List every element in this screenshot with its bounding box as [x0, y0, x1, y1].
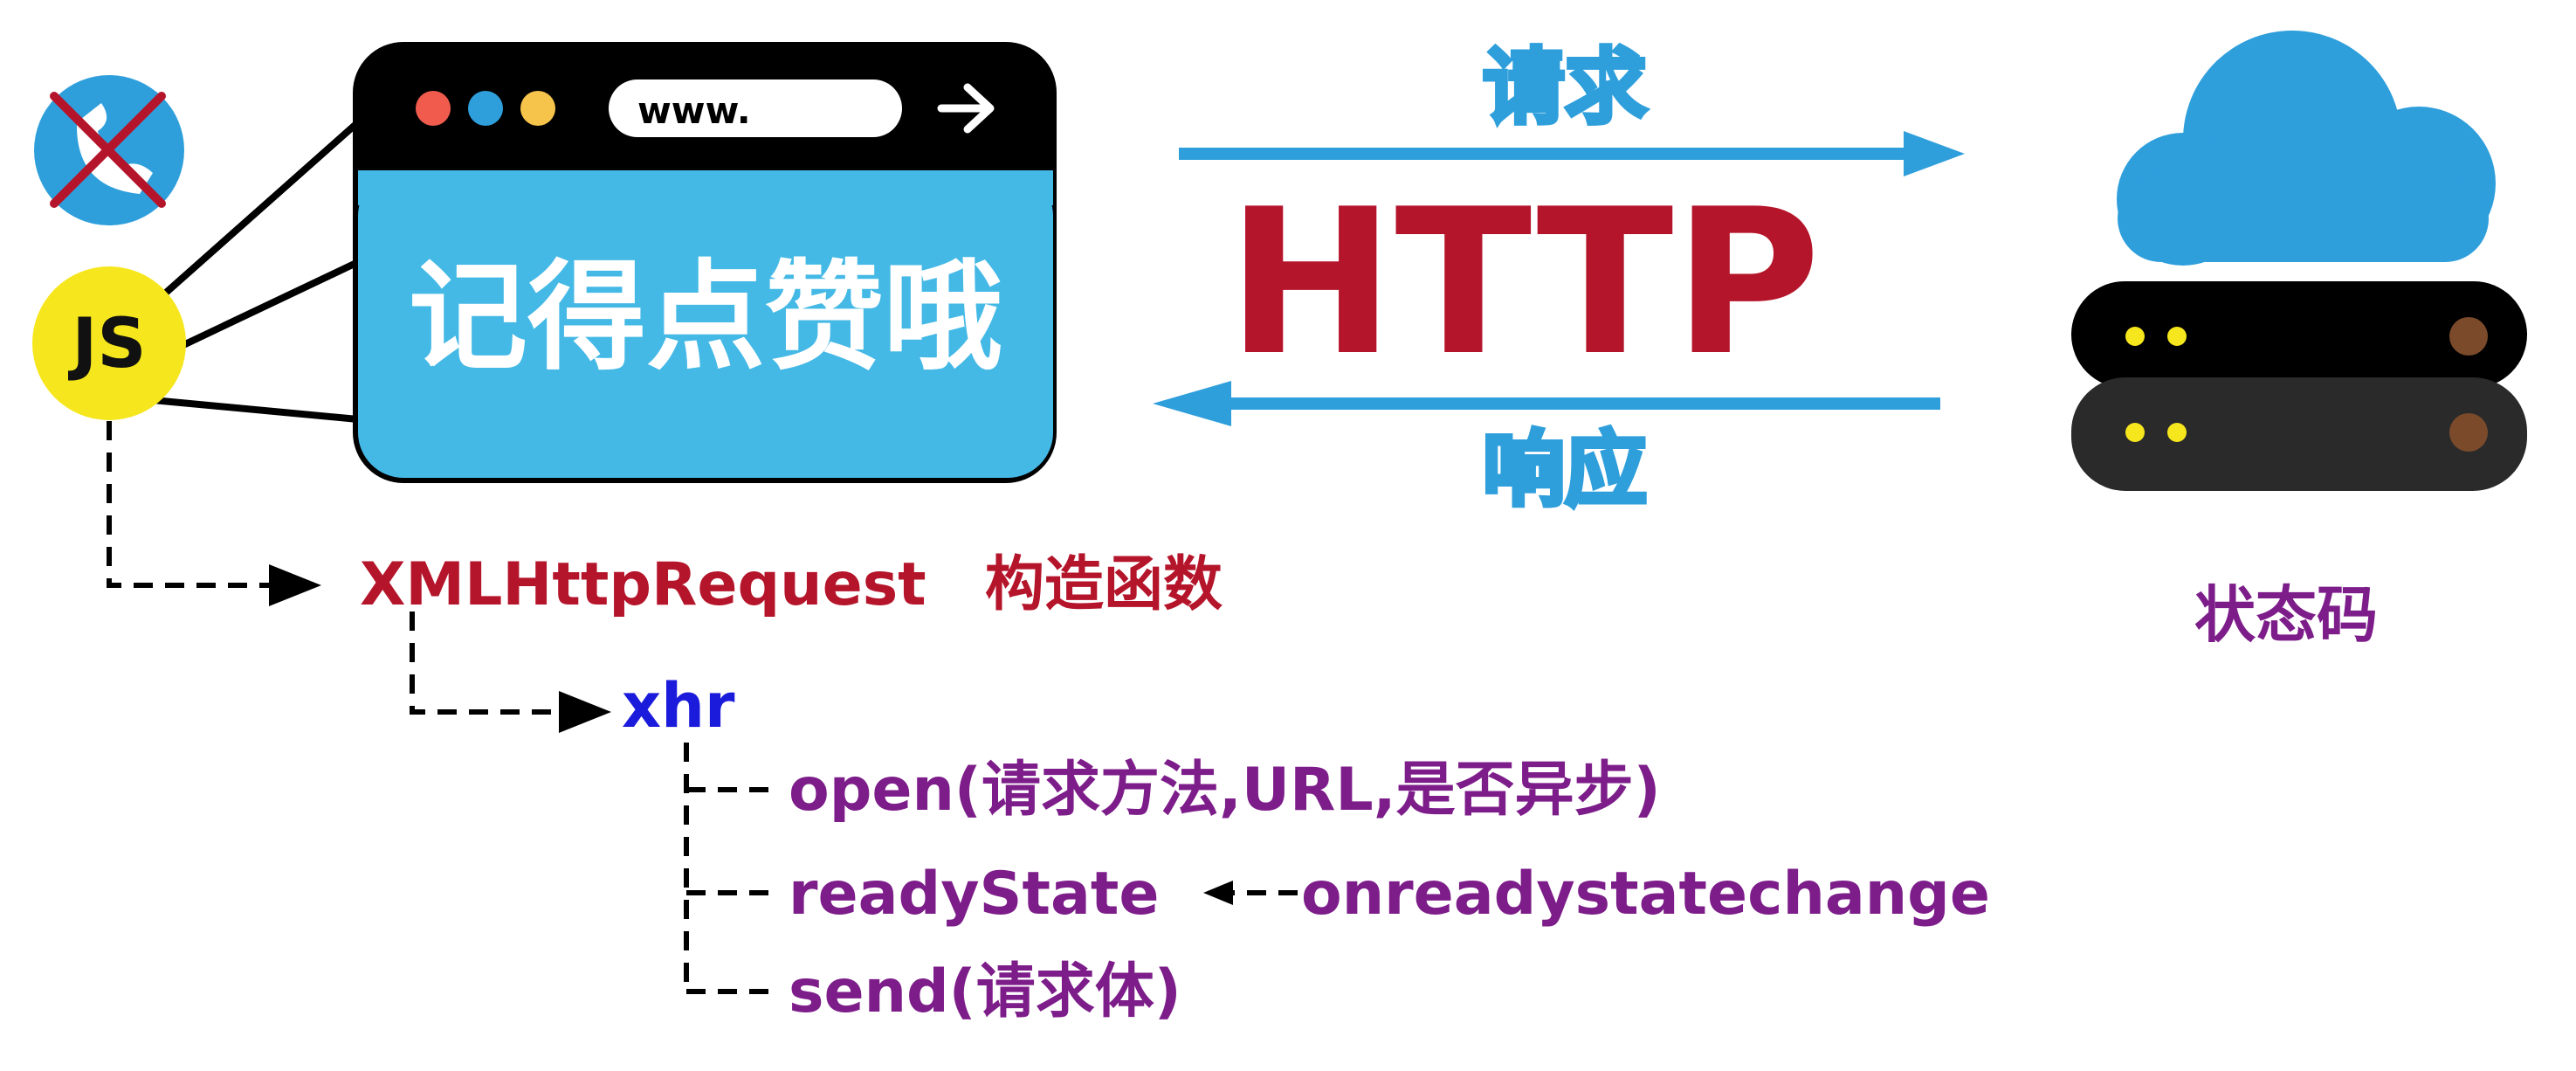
js-badge: JS	[32, 266, 186, 420]
http-label: HTTP	[1227, 167, 1821, 400]
open-method-label: open(请求方法,URL,是否异步)	[789, 756, 1661, 825]
request-arrow-head	[1904, 131, 1965, 176]
constructor-note: 构造函数	[985, 550, 1223, 619]
response-label: 响应	[1483, 423, 1647, 518]
no-phone-icon	[34, 75, 184, 225]
js-connector-lines	[152, 120, 361, 423]
http-exchange: 请求 HTTP 响应	[1153, 38, 1965, 521]
tree-arrow-head-1	[269, 564, 321, 606]
window-minimize-dot	[468, 91, 503, 126]
status-code-label: 状态码	[2194, 579, 2378, 651]
send-method-label: send(请求体)	[789, 957, 1181, 1026]
cloud-icon	[2117, 31, 2496, 266]
ready-state-arrow-head	[1203, 881, 1233, 905]
browser-banner-text: 记得点赞哦	[409, 249, 1002, 387]
request-label: 请求	[1483, 40, 1647, 135]
xhr-label: xhr	[622, 670, 735, 742]
server-icon	[2071, 281, 2527, 491]
ready-state-label: readyState	[789, 860, 1160, 929]
js-label: JS	[67, 305, 146, 383]
browser-window: www. 记得点赞哦	[353, 42, 1057, 483]
response-arrow-head	[1153, 381, 1231, 426]
onreadystatechange-label: onreadystatechange	[1301, 860, 1990, 929]
window-maximize-dot	[520, 91, 555, 126]
window-close-dot	[416, 91, 451, 126]
tree-arrow-head-2	[559, 691, 611, 733]
address-bar-text: www.	[637, 89, 751, 132]
xmlhttprequest-label: XMLHttpRequest	[360, 550, 926, 619]
http-xhr-diagram: JS www. 记得点赞哦 请求 HTTP 响应 状态码 XMLHttpRequ…	[32, 31, 2527, 1026]
